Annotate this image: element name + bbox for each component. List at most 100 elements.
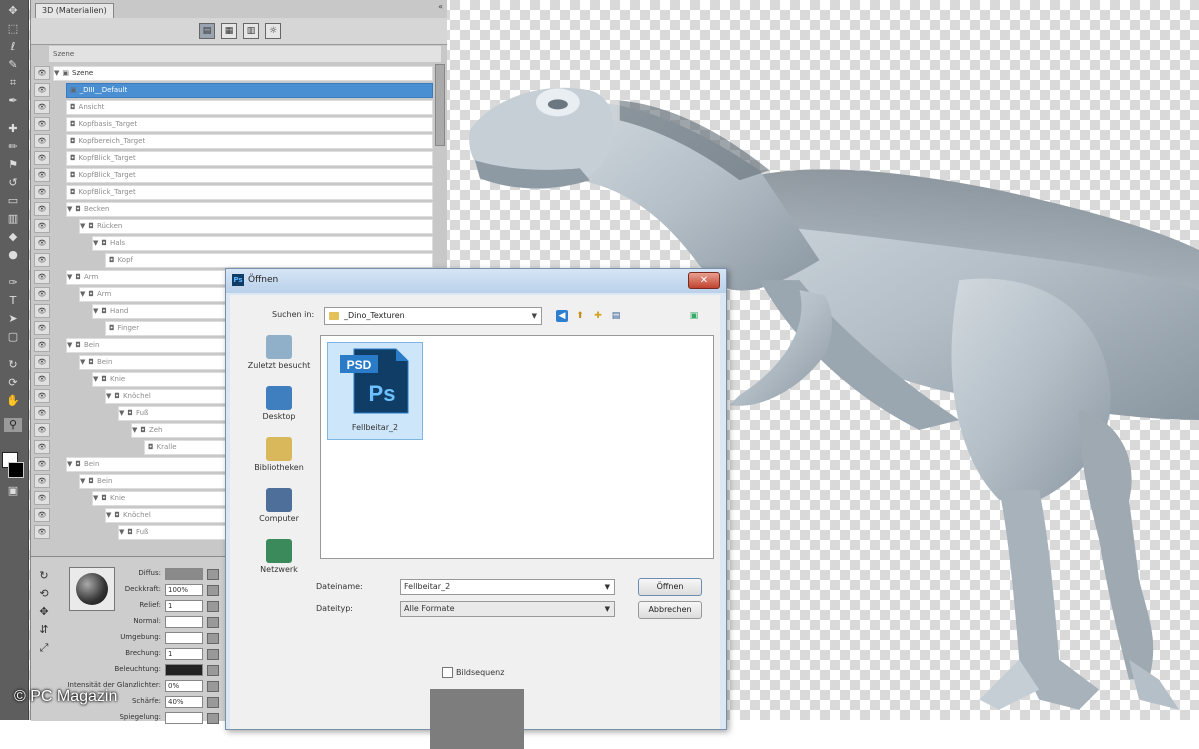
place-item[interactable]: Desktop <box>240 386 318 421</box>
visibility-eye-icon[interactable]: 👁︎ <box>34 168 50 182</box>
zoom-tool-icon[interactable]: ⚲ <box>4 418 22 432</box>
blur-tool-icon[interactable]: ◆ <box>4 230 22 244</box>
cancel-button[interactable]: Abbrechen <box>638 601 702 619</box>
property-value[interactable] <box>165 712 203 724</box>
property-value[interactable] <box>165 616 203 628</box>
view-menu-icon[interactable]: ▤ <box>610 310 622 322</box>
visibility-eye-icon[interactable]: 👁︎ <box>34 508 50 522</box>
visibility-eye-icon[interactable]: 👁︎ <box>34 355 50 369</box>
property-value[interactable]: 100% <box>165 584 203 596</box>
tree-item-label[interactable]: ◘ Ansicht <box>66 100 433 115</box>
brush-tool-icon[interactable]: ✏ <box>4 140 22 154</box>
texture-folder-icon[interactable] <box>207 585 219 596</box>
tree-item-label[interactable]: ▣ _DIII__Default <box>66 83 433 98</box>
disclosure-triangle-icon[interactable]: ▼ <box>119 528 124 536</box>
visibility-eye-icon[interactable]: 👁︎ <box>34 321 50 335</box>
texture-folder-icon[interactable] <box>207 569 219 580</box>
disclosure-triangle-icon[interactable]: ▼ <box>67 205 72 213</box>
eraser-tool-icon[interactable]: ▭ <box>4 194 22 208</box>
filetype-select[interactable]: Alle Formate ▼ <box>400 601 615 617</box>
disclosure-triangle-icon[interactable]: ▼ <box>67 341 72 349</box>
visibility-eye-icon[interactable]: 👁︎ <box>34 185 50 199</box>
visibility-eye-icon[interactable]: 👁︎ <box>34 287 50 301</box>
disclosure-triangle-icon[interactable]: ▼ <box>93 307 98 315</box>
new-folder-icon[interactable]: ✚ <box>592 310 604 322</box>
visibility-eye-icon[interactable]: 👁︎ <box>34 134 50 148</box>
tree-item-label[interactable]: ▼ ◘ Hals <box>92 236 433 251</box>
disclosure-triangle-icon[interactable]: ▼ <box>54 69 59 77</box>
tree-row[interactable]: 👁︎ ◘ Kopfbereich_Target <box>31 132 447 149</box>
type-tool-icon[interactable]: T <box>4 294 22 308</box>
tree-row[interactable]: 👁︎ ▼ ◘ Becken <box>31 200 447 217</box>
disclosure-triangle-icon[interactable]: ▼ <box>67 273 72 281</box>
stamp-tool-icon[interactable]: ⚑ <box>4 158 22 172</box>
filename-input[interactable]: Fellbeitar_2 ▼ <box>400 579 615 595</box>
visibility-eye-icon[interactable]: 👁︎ <box>34 270 50 284</box>
visibility-eye-icon[interactable]: 👁︎ <box>34 83 50 97</box>
quick-select-tool-icon[interactable]: ✎ <box>4 58 22 72</box>
place-item[interactable]: Netzwerk <box>240 539 318 574</box>
mesh-filter-icon[interactable]: ▦ <box>221 23 237 39</box>
texture-folder-icon[interactable] <box>207 665 219 676</box>
tree-item-label[interactable]: ◘ KopfBlick_Target <box>66 168 433 183</box>
place-item[interactable]: Bibliotheken <box>240 437 318 472</box>
tree-row[interactable]: 👁︎ ◘ KopfBlick_Target <box>31 183 447 200</box>
disclosure-triangle-icon[interactable]: ▼ <box>80 290 85 298</box>
tree-row[interactable]: 👁︎ ◘ Kopf <box>31 251 447 268</box>
tree-item-label[interactable]: ◘ Kopf <box>105 253 433 268</box>
visibility-eye-icon[interactable]: 👁︎ <box>34 117 50 131</box>
marquee-tool-icon[interactable]: ⬚ <box>4 22 22 36</box>
material-filter-icon[interactable]: ▥ <box>243 23 259 39</box>
texture-folder-icon[interactable] <box>207 713 219 724</box>
texture-folder-icon[interactable] <box>207 633 219 644</box>
image-sequence-option[interactable]: Bildsequenz <box>442 667 504 678</box>
back-icon[interactable]: ◀ <box>556 310 568 322</box>
visibility-eye-icon[interactable]: 👁︎ <box>34 100 50 114</box>
tree-item-label[interactable]: ◘ Kopfbereich_Target <box>66 134 433 149</box>
property-value[interactable] <box>165 568 203 580</box>
tree-row[interactable]: 👁︎ ▣ _DIII__Default <box>31 81 447 98</box>
file-item[interactable]: PSD Ps Fellbeitar_2 <box>327 342 423 440</box>
disclosure-triangle-icon[interactable]: ▼ <box>93 494 98 502</box>
path-select-tool-icon[interactable]: ➤ <box>4 312 22 326</box>
visibility-eye-icon[interactable]: 👁︎ <box>34 66 50 80</box>
gradient-tool-icon[interactable]: ▥ <box>4 212 22 226</box>
file-list[interactable]: PSD Ps Fellbeitar_2 <box>320 335 714 559</box>
lasso-tool-icon[interactable]: ℓ <box>4 40 22 54</box>
tree-item-label[interactable]: ▼ ◘ Becken <box>66 202 433 217</box>
3d-orbit-tool-icon[interactable]: ⟳ <box>4 376 22 390</box>
visibility-eye-icon[interactable]: 👁︎ <box>34 202 50 216</box>
visibility-eye-icon[interactable]: 👁︎ <box>34 219 50 233</box>
property-value[interactable] <box>165 664 203 676</box>
quick-mask-icon[interactable]: ▣ <box>4 484 22 498</box>
disclosure-triangle-icon[interactable]: ▼ <box>106 511 111 519</box>
hand-tool-icon[interactable]: ✋ <box>4 394 22 408</box>
shape-tool-icon[interactable]: ▢ <box>4 330 22 344</box>
pen-tool-icon[interactable]: ✑ <box>4 276 22 290</box>
scene-filter-icon[interactable]: ▤ <box>199 23 215 39</box>
disclosure-triangle-icon[interactable]: ▼ <box>80 358 85 366</box>
tree-row[interactable]: 👁︎ ◘ Ansicht <box>31 98 447 115</box>
texture-folder-icon[interactable] <box>207 601 219 612</box>
visibility-eye-icon[interactable]: 👁︎ <box>34 338 50 352</box>
tree-item-label[interactable]: ◘ KopfBlick_Target <box>66 185 433 200</box>
history-brush-tool-icon[interactable]: ↺ <box>4 176 22 190</box>
open-button[interactable]: Öffnen <box>638 578 702 596</box>
tree-row[interactable]: 👁︎ ▼ ▣ Szene <box>31 64 447 81</box>
visibility-eye-icon[interactable]: 👁︎ <box>34 525 50 539</box>
panel-tab[interactable]: 3D (Materialien) <box>35 3 114 18</box>
background-color-swatch[interactable] <box>8 462 24 478</box>
place-item[interactable]: Computer <box>240 488 318 523</box>
tree-item-label[interactable]: ▼ ▣ Szene <box>53 66 433 81</box>
visibility-eye-icon[interactable]: 👁︎ <box>34 236 50 250</box>
close-button[interactable]: ✕ <box>688 272 720 289</box>
visibility-eye-icon[interactable]: 👁︎ <box>34 440 50 454</box>
texture-folder-icon[interactable] <box>207 681 219 692</box>
disclosure-triangle-icon[interactable]: ▼ <box>80 222 85 230</box>
tree-scrollbar[interactable] <box>435 64 445 146</box>
property-value[interactable]: 1 <box>165 600 203 612</box>
look-in-combo[interactable]: _Dino_Texturen ▼ <box>324 307 542 325</box>
visibility-eye-icon[interactable]: 👁︎ <box>34 151 50 165</box>
property-value[interactable]: 40% <box>165 696 203 708</box>
visibility-eye-icon[interactable]: 👁︎ <box>34 253 50 267</box>
